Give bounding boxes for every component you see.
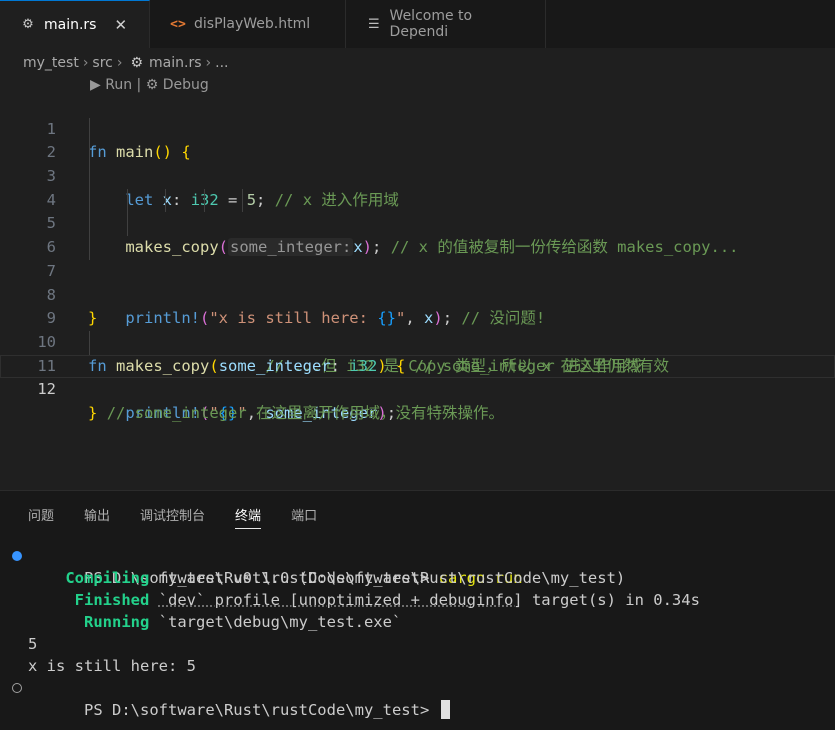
code-line: 3 [0, 141, 835, 185]
tab-debug-console[interactable]: 调试控制台 [140, 505, 205, 529]
output-text: my_test v0.1.0 (D:\software\Rust\rustCod… [149, 569, 626, 587]
tab-welcome-dependi[interactable]: ☰ Welcome to Dependi [346, 0, 546, 48]
code-line: 2 let x: i32 = 5; // x 进入作用域 [0, 117, 835, 209]
html-file-icon: <> [170, 16, 186, 32]
terminal-line: Compiling my_test v0.1.0 (D:\software\Ru… [0, 567, 835, 589]
close-icon[interactable]: ✕ [114, 16, 127, 34]
tab-terminal[interactable]: 终端 [235, 505, 262, 529]
terminal-line: PS D:\software\Rust\rustCode\my_test> [0, 677, 835, 719]
breadcrumb-file[interactable]: main.rs [149, 55, 201, 71]
prompt: PS D:\software\Rust\rustCode\my_test> [84, 701, 439, 719]
breadcrumb-symbol[interactable]: ... [215, 55, 228, 71]
output-text: target(s) in 0.34s [522, 591, 700, 609]
code-line: 7 println!("x is still here: {}", x); //… [0, 236, 835, 327]
panel-tabs: 问题 输出 调试控制台 终端 端口 [28, 505, 347, 529]
output-text: `target\debug\my_test.exe` [149, 613, 402, 631]
terminal-cursor [440, 700, 450, 719]
code-line: 6 [0, 212, 835, 256]
tab-ports[interactable]: 端口 [291, 505, 317, 529]
terminal-line: Finished `dev` profile [unoptimized + de… [0, 589, 835, 611]
tab-output[interactable]: 输出 [84, 505, 110, 529]
code-line: 1 fn main() { [0, 94, 835, 162]
terminal-line: PS D:\software\Rust\rustCode\my_test> ca… [0, 545, 835, 587]
tab-problems[interactable]: 问题 [28, 505, 54, 529]
line-number: 12 [37, 380, 56, 399]
breadcrumb-folder[interactable]: my_test [23, 55, 79, 71]
breadcrumb: my_test › src › ⚙ main.rs › ... [23, 52, 229, 74]
editor-tab-bar: ⚙ main.rs ✕ <> disPlayWeb.html ☰ Welcome… [0, 0, 835, 48]
code-line: 10 fn makes_copy(some_integer: i32) { //… [0, 307, 835, 375]
code-line: 4 makes_copy(some_integer: x); // x 的值被复制… [0, 165, 835, 257]
code-line: 5 // ...但 i32 是 Copy 类型，所以 x 在这里仍然有效 [0, 188, 835, 375]
tab-main-rs[interactable]: ⚙ main.rs ✕ [0, 0, 150, 48]
breadcrumb-folder[interactable]: src [92, 55, 112, 71]
markdown-preview-icon: ☰ [367, 16, 380, 32]
terminal-line: x is still here: 5 [28, 657, 196, 675]
code-line: 11 println!("{}", some_integer); [0, 330, 835, 422]
terminal-line: 5 [28, 635, 38, 653]
rust-file-icon: ⚙ [130, 55, 144, 71]
output-text: `dev` profile [unoptimized + debuginfo] [158, 591, 523, 609]
bottom-panel: 问题 输出 调试控制台 终端 端口 PS D:\software\Rust\ru… [0, 490, 835, 730]
tab-display-web-html[interactable]: <> disPlayWeb.html [150, 0, 346, 48]
chevron-right-icon: › [205, 55, 212, 71]
status-label: Finished [74, 591, 150, 609]
terminal[interactable]: PS D:\software\Rust\rustCode\my_test> ca… [0, 545, 835, 719]
command-success-dot-icon[interactable] [12, 551, 22, 561]
code-line: 9 [0, 284, 835, 327]
terminal-line: Running `target\debug\my_test.exe` [0, 611, 835, 633]
codelens-separator: | [132, 77, 146, 93]
tab-label: main.rs [44, 16, 97, 33]
status-label: Compiling [65, 569, 150, 587]
code-line: 8 } [0, 260, 835, 328]
status-label: Running [84, 613, 150, 631]
command-pending-dot-icon[interactable] [12, 683, 22, 693]
code-editor[interactable]: 1 fn main() { 2 let x: i32 = 5; // x 进入作… [0, 94, 835, 422]
chevron-right-icon: › [82, 55, 89, 71]
chevron-right-icon: › [116, 55, 123, 71]
tab-label: Welcome to Dependi [389, 8, 473, 40]
debug-codelens[interactable]: ⚙ Debug [146, 77, 209, 93]
code-line-current: 12 } // some_integer 在这里离开作用域，没有特殊操作。 [0, 354, 835, 422]
tab-label: disPlayWeb.html [194, 16, 311, 32]
codelens: ▶ Run | ⚙ Debug [90, 77, 209, 93]
comment: // some_integer 在这里离开作用域，没有特殊操作。 [106, 403, 504, 422]
run-codelens[interactable]: ▶ Run [90, 77, 132, 93]
rust-file-icon: ⚙ [22, 17, 34, 32]
